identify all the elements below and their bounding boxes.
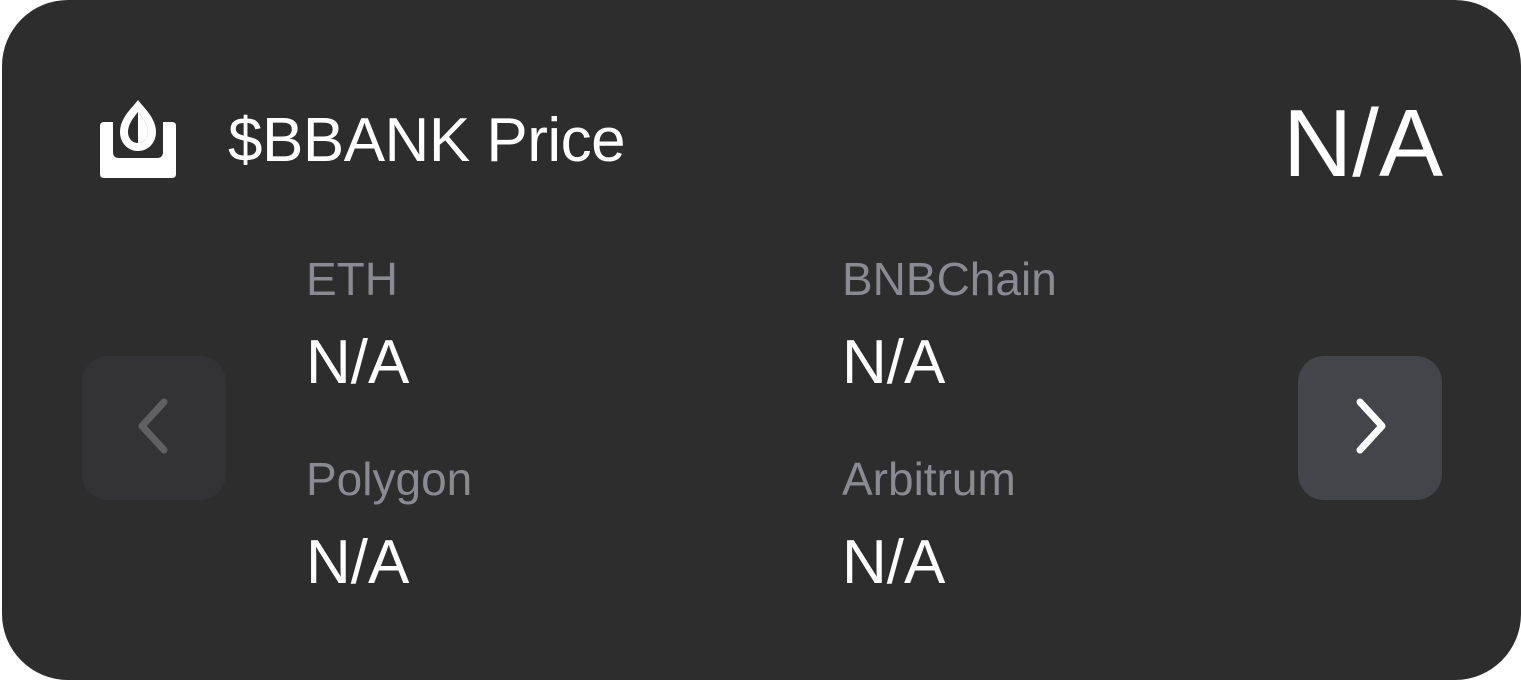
card-title: $BBANK Price — [228, 106, 626, 175]
chain-label-arbitrum: Arbitrum — [842, 453, 1016, 505]
chain-value-polygon: N/A — [306, 528, 410, 597]
chain-label-eth: ETH — [306, 253, 398, 305]
chain-label-bnbchain: BNBChain — [842, 253, 1057, 305]
chain-value-eth: N/A — [306, 328, 410, 397]
chain-value-arbitrum: N/A — [842, 528, 946, 597]
chevron-left-icon — [134, 396, 174, 461]
chevron-right-icon — [1350, 396, 1390, 461]
bbank-logo-icon — [100, 100, 176, 178]
chain-value-bnbchain: N/A — [842, 328, 946, 397]
previous-button[interactable] — [82, 356, 226, 500]
chain-label-polygon: Polygon — [306, 453, 473, 505]
price-card: $BBANK Price N/A ETH N/A BNBChain N/A Po… — [2, 0, 1521, 680]
next-button[interactable] — [1298, 356, 1442, 500]
headline-price: N/A — [1282, 90, 1443, 197]
